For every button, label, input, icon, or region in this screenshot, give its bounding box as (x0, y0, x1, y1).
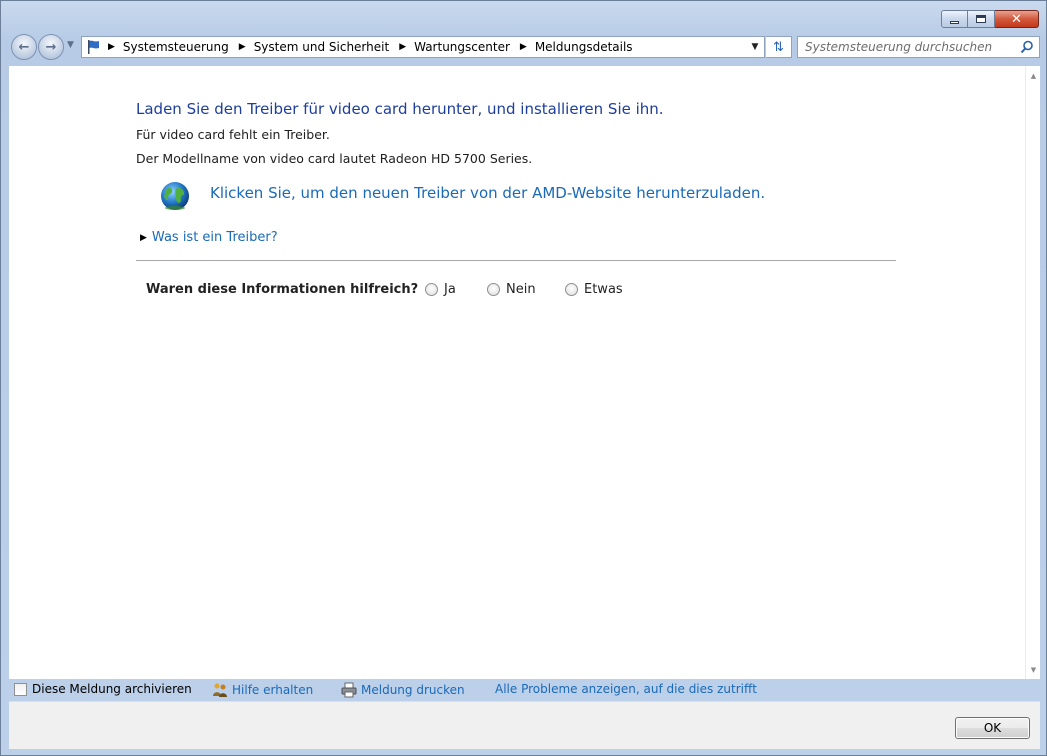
radio-label-nein[interactable]: Nein (506, 282, 536, 297)
print-message-link[interactable]: Meldung drucken (341, 682, 465, 698)
footer-links: Diese Meldung archivieren Hilfe erhalten… (9, 680, 1040, 702)
back-button[interactable]: ← (11, 34, 37, 60)
get-help-label: Hilfe erhalten (232, 683, 314, 697)
missing-driver-text: Für video card fehlt ein Treiber. (136, 127, 330, 142)
close-icon: ✕ (1011, 11, 1022, 27)
archive-checkbox[interactable] (14, 682, 27, 696)
get-help-link[interactable]: Hilfe erhalten (212, 682, 313, 698)
printer-icon (341, 682, 357, 698)
radio-ja[interactable]: Ja (425, 282, 456, 297)
address-dropdown-icon[interactable]: ▼ (746, 37, 764, 57)
back-arrow-icon: ← (18, 39, 30, 55)
expand-triangle-icon: ▶ (140, 232, 147, 243)
maximize-button[interactable] (968, 10, 995, 28)
breadcrumb-separator-icon[interactable]: ▶ (108, 42, 115, 52)
forward-arrow-icon: → (45, 39, 57, 55)
content-pane: Laden Sie den Treiber für video card her… (9, 66, 1040, 698)
search-input[interactable] (805, 40, 1015, 54)
print-message-label: Meldung drucken (361, 683, 465, 697)
archive-label[interactable]: Diese Meldung archivieren (32, 682, 192, 696)
breadcrumb-systemsteuerung[interactable]: Systemsteuerung (123, 40, 229, 54)
ok-button[interactable]: OK (955, 717, 1030, 739)
minimize-icon (950, 20, 959, 24)
scroll-down-icon[interactable]: ▼ (1026, 662, 1041, 677)
model-name-text: Der Modellname von video card lautet Rad… (136, 151, 533, 166)
show-all-problems-link[interactable]: Alle Probleme anzeigen, auf die dies zut… (495, 682, 757, 696)
radio-label-ja[interactable]: Ja (444, 282, 456, 297)
navigation-bar: ← → ▼ ▶ Systemsteuerung ▶ System und Sic… (9, 33, 1040, 61)
breadcrumb-system-und-sicherheit[interactable]: System und Sicherheit (254, 40, 390, 54)
breadcrumb-separator-icon[interactable]: ▶ (399, 42, 406, 52)
vertical-scrollbar[interactable]: ▲ ▼ (1025, 66, 1040, 679)
radio-etwas[interactable]: Etwas (565, 282, 623, 297)
radio-button-nein[interactable] (487, 283, 500, 296)
maximize-icon (976, 15, 986, 23)
action-center-flag-icon (88, 40, 99, 54)
feedback-question: Waren diese Informationen hilfreich? (146, 282, 419, 297)
breadcrumb: ▶ Systemsteuerung ▶ System und Sicherhei… (108, 40, 643, 54)
search-box[interactable] (797, 36, 1040, 58)
address-bar[interactable]: ▶ Systemsteuerung ▶ System und Sicherhei… (81, 36, 765, 58)
download-driver-link[interactable]: Klicken Sie, um den neuen Treiber von de… (210, 184, 765, 202)
expander-label: Was ist ein Treiber? (151, 230, 278, 245)
divider (136, 260, 896, 261)
radio-button-etwas[interactable] (565, 283, 578, 296)
search-icon[interactable] (1020, 40, 1034, 54)
radio-button-ja[interactable] (425, 283, 438, 296)
refresh-button[interactable]: ⇅ (766, 36, 792, 58)
radio-label-etwas[interactable]: Etwas (584, 282, 623, 297)
caption-buttons: ✕ (941, 10, 1039, 28)
close-button[interactable]: ✕ (995, 10, 1039, 28)
refresh-icon: ⇅ (773, 39, 784, 55)
button-bar: OK (9, 701, 1040, 749)
window-frame: ✕ ← → ▼ ▶ Systemsteuerung ▶ System und S… (0, 0, 1047, 756)
show-all-problems-label: Alle Probleme anzeigen, auf die dies zut… (495, 682, 757, 696)
archive-checkbox-row[interactable]: Diese Meldung archivieren (14, 682, 192, 696)
radio-nein[interactable]: Nein (487, 282, 536, 297)
page-title: Laden Sie den Treiber für video card her… (136, 100, 664, 118)
forward-button[interactable]: → (38, 34, 64, 60)
scroll-up-icon[interactable]: ▲ (1026, 68, 1041, 83)
breadcrumb-meldungsdetails[interactable]: Meldungsdetails (535, 40, 633, 54)
globe-icon (161, 182, 189, 210)
breadcrumb-separator-icon[interactable]: ▶ (520, 42, 527, 52)
minimize-button[interactable] (941, 10, 968, 28)
breadcrumb-separator-icon[interactable]: ▶ (239, 42, 246, 52)
recent-pages-dropdown-icon[interactable]: ▼ (67, 40, 74, 50)
what-is-driver-expander[interactable]: ▶ Was ist ein Treiber? (140, 230, 278, 245)
help-people-icon (213, 683, 227, 697)
breadcrumb-wartungscenter[interactable]: Wartungscenter (414, 40, 510, 54)
